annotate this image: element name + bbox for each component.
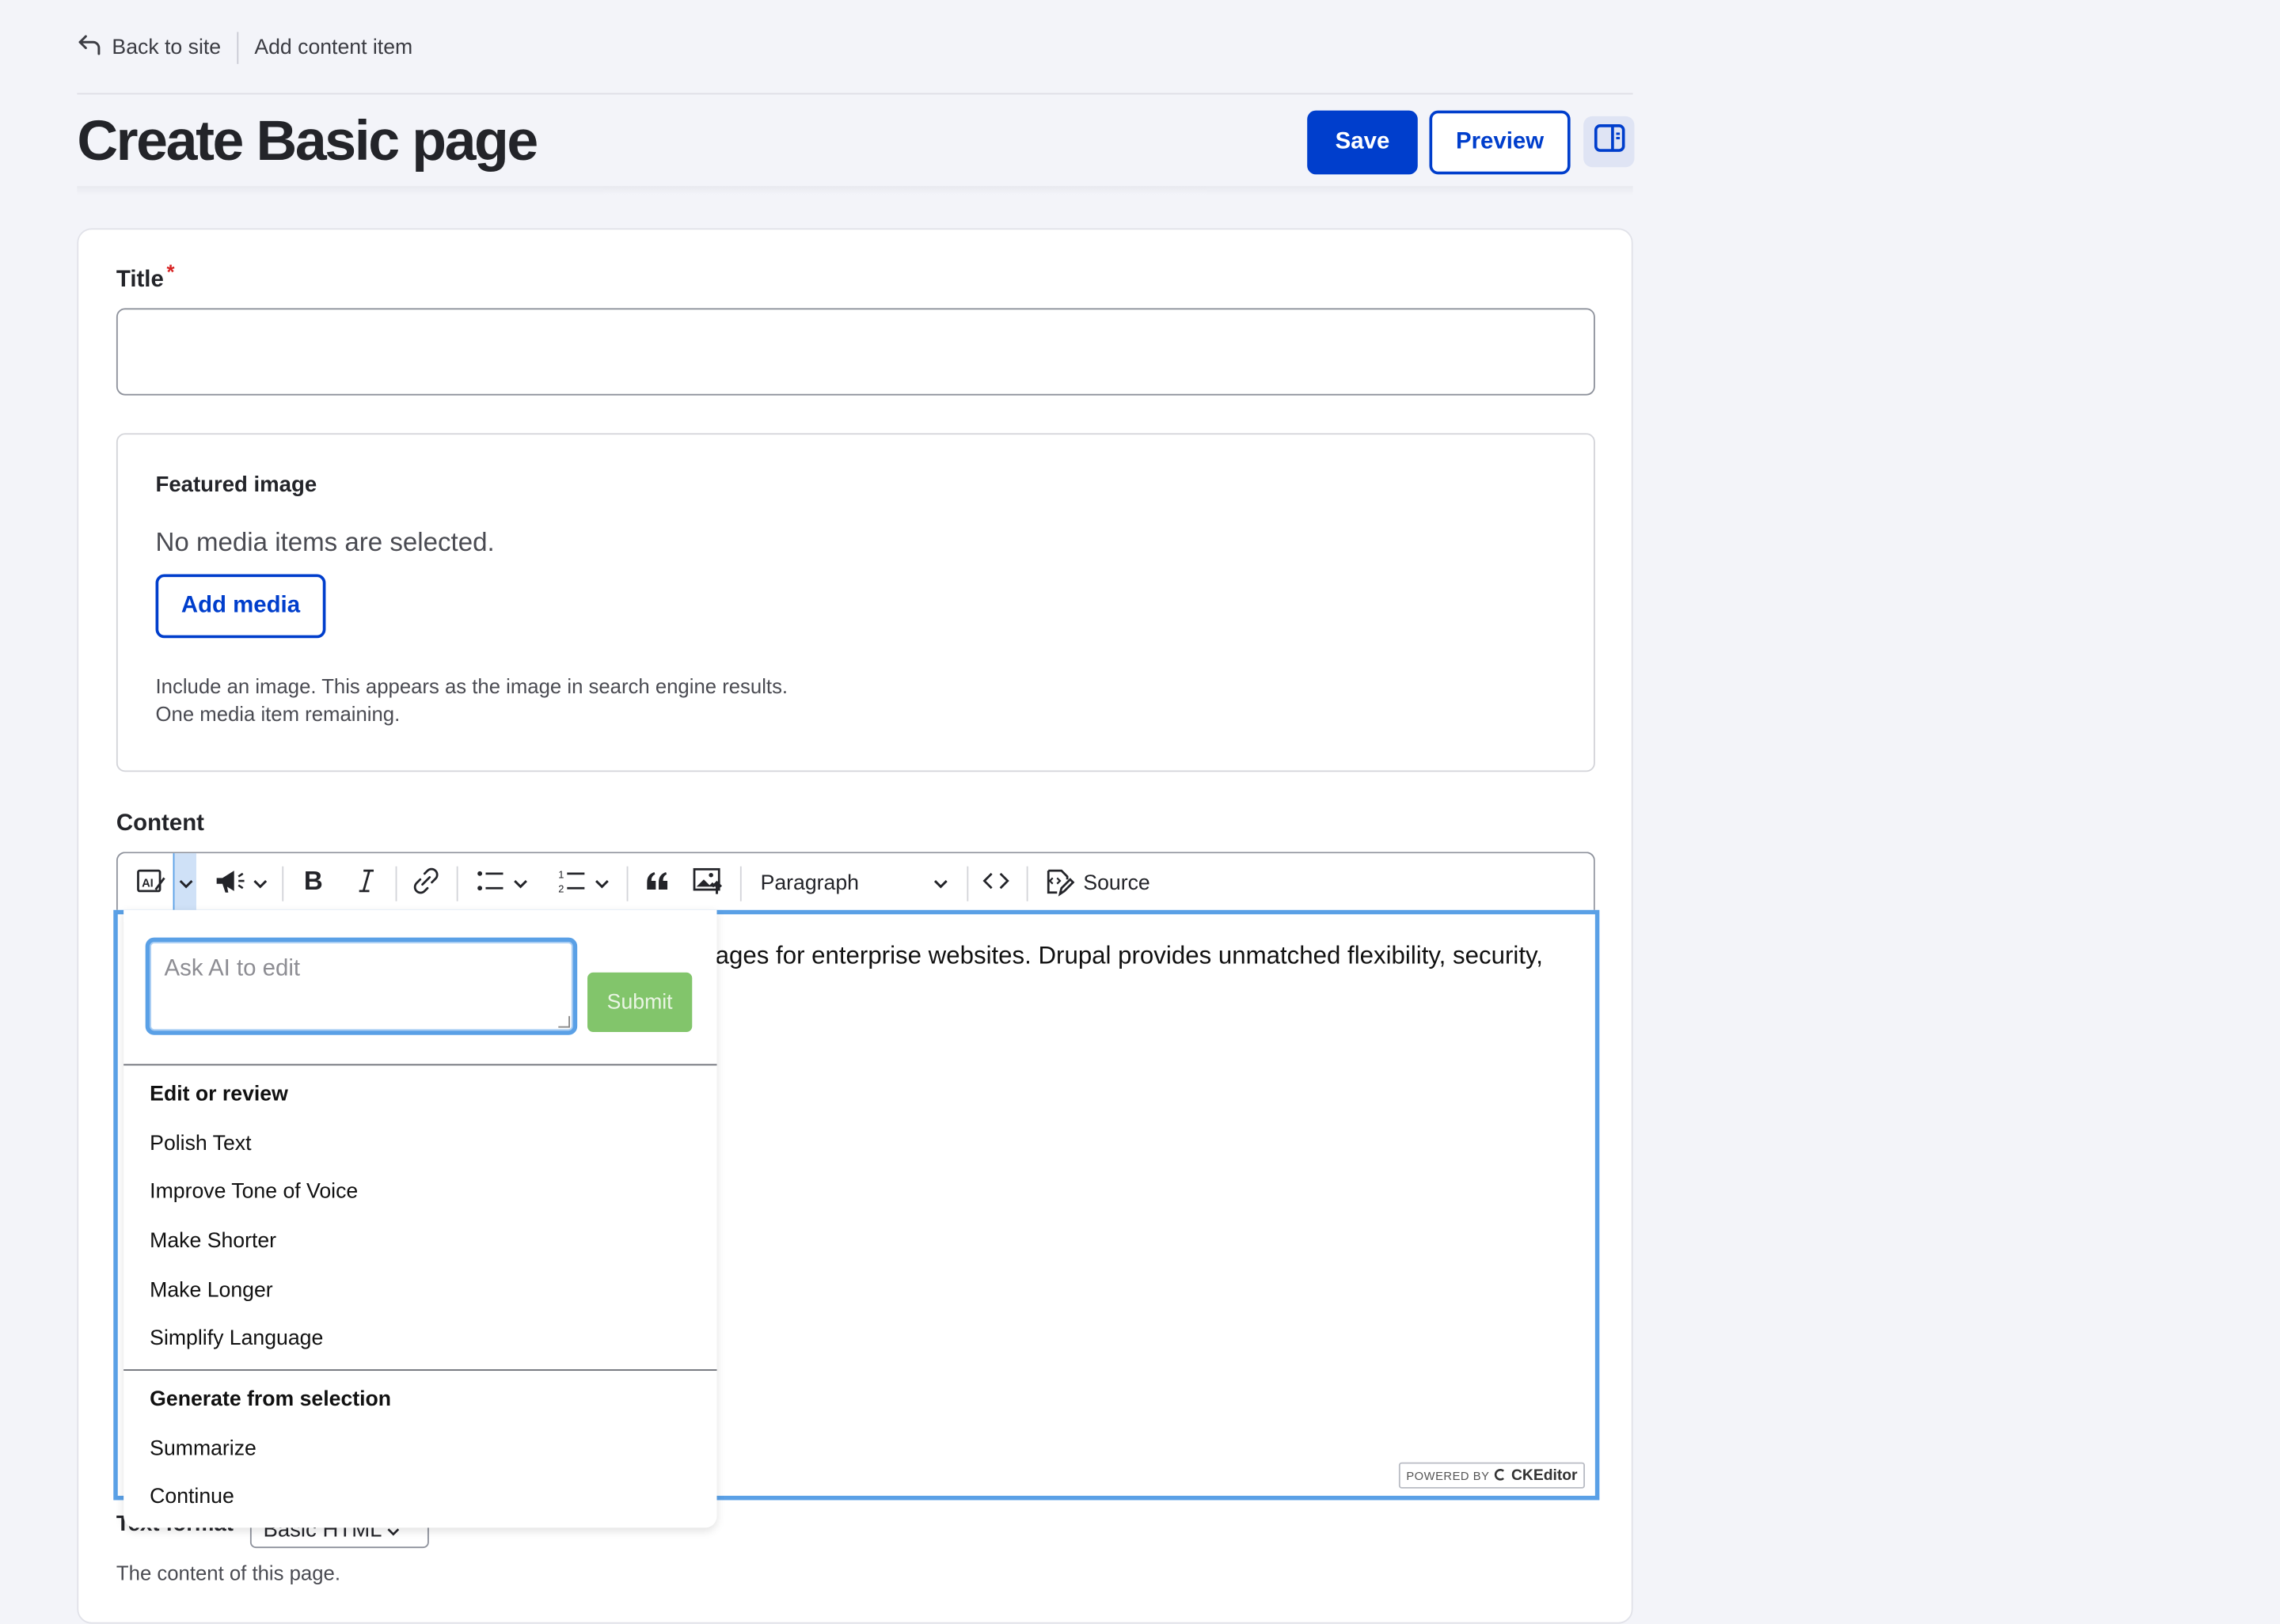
code-icon [982,870,1011,897]
menu-item-make-shorter[interactable]: Make Shorter [150,1230,276,1253]
menu-item-polish-text[interactable]: Polish Text [150,1133,251,1155]
numbered-list-button[interactable]: 12 [548,853,618,914]
header-shadow [77,186,1633,195]
chevron-down-icon [253,871,268,897]
powered-by-label: POWERED BY [1406,1468,1490,1482]
italic-button[interactable] [346,853,386,914]
toolbar-divider [967,866,969,901]
preview-button[interactable]: Preview [1429,110,1571,175]
editor-toolbar: AI B 12 Paragraph Source [116,852,1595,915]
menu-item-continue[interactable]: Continue [150,1486,234,1508]
megaphone-icon [212,866,247,902]
svg-text:2: 2 [558,882,564,894]
ai-prompt-placeholder: Ask AI to edit [164,956,301,981]
featured-image-description-line-2: One media item remaining. [155,702,401,726]
back-to-site-link[interactable]: Back to site [77,33,221,63]
back-arrow-icon [77,33,103,63]
chevron-down-icon [595,871,609,897]
svg-text:AI: AI [142,876,154,889]
page-title: Create Basic page [77,110,538,173]
no-media-message: No media items are selected. [155,527,495,557]
heading-select-value: Paragraph [760,872,859,896]
toolbar-divider [1026,866,1028,901]
ai-icon: AI [135,866,167,902]
announce-button[interactable] [205,853,275,914]
insert-image-button[interactable] [688,853,728,914]
toolbar-divider [739,866,742,901]
link-button[interactable] [405,853,446,914]
featured-image-description-line-1: Include an image. This appears as the im… [155,674,788,698]
ckeditor-logo-icon [1494,1467,1507,1483]
menu-item-summarize[interactable]: Summarize [150,1437,256,1460]
content-description: The content of this page. [116,1561,340,1585]
bold-button[interactable]: B [292,853,332,914]
header-divider [77,93,1633,95]
required-marker: * [166,260,175,284]
source-icon [1043,864,1075,904]
featured-image-description: Include an image. This appears as the im… [156,673,788,728]
source-label: Source [1083,872,1150,896]
sidebar-toggle-button[interactable] [1583,116,1635,168]
toolbar-divider [282,866,284,901]
save-button[interactable]: Save [1307,110,1418,175]
italic-icon [356,867,377,901]
toolbar-divider [456,866,458,901]
chevron-down-icon [178,871,192,897]
svg-text:B: B [304,867,323,894]
source-button[interactable]: Source [1043,853,1159,914]
code-button[interactable] [975,853,1018,914]
back-to-site-label: Back to site [112,36,222,60]
heading-select[interactable]: Paragraph [749,853,960,914]
bulleted-list-icon [476,867,505,901]
menu-group-heading: Generate from selection [150,1388,392,1412]
chevron-down-icon [933,871,948,897]
chevron-down-icon [513,871,527,897]
top-navigation: Back to site Add content item [77,29,412,67]
ai-prompt-input[interactable]: Ask AI to edit [145,937,578,1035]
breadcrumb: Add content item [254,36,413,60]
svg-text:1: 1 [558,867,564,879]
bold-icon: B [301,866,324,901]
ai-dropdown-toggle[interactable] [173,853,196,915]
ai-submit-button[interactable]: Submit [587,972,693,1033]
bulleted-list-button[interactable] [467,853,537,914]
ckeditor-brand: CKEditor [1510,1467,1578,1485]
blockquote-button[interactable] [636,853,677,914]
link-icon [412,866,441,902]
editor-content-text: ages for enterprise websites. Drupal pro… [715,942,1543,970]
resize-handle[interactable] [558,1015,570,1028]
menu-divider [124,1064,717,1066]
sidebar-toggle-icon [1593,123,1624,160]
content-label: Content [116,810,204,837]
menu-group-heading: Edit or review [150,1083,288,1106]
nav-divider [237,32,239,64]
featured-image-legend: Featured image [155,472,317,498]
insert-image-icon [692,866,724,902]
menu-item-simplify-language[interactable]: Simplify Language [150,1327,323,1350]
toolbar-divider [395,866,397,901]
ai-button[interactable]: AI [128,853,175,914]
menu-item-improve-tone[interactable]: Improve Tone of Voice [150,1180,358,1203]
toolbar-divider [626,866,629,901]
add-media-button[interactable]: Add media [155,574,326,639]
title-label-text: Title [116,267,164,293]
menu-item-make-longer[interactable]: Make Longer [150,1279,272,1302]
title-label: Title * [116,260,175,294]
title-input[interactable] [116,308,1595,396]
numbered-list-icon: 12 [557,866,586,902]
blockquote-icon [644,868,671,899]
ckeditor-badge[interactable]: POWERED BY CKEditor [1398,1462,1586,1489]
menu-divider [124,1369,717,1372]
